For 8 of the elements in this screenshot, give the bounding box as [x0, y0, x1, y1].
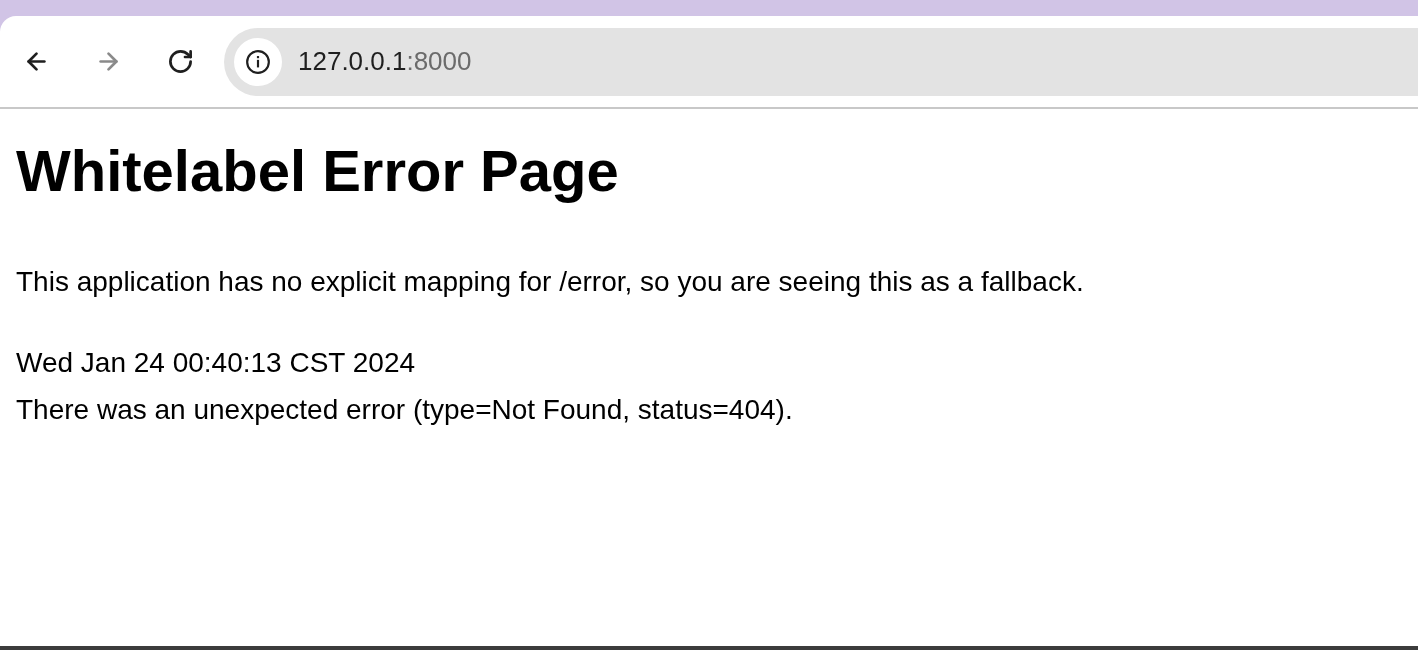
page-title: Whitelabel Error Page	[16, 137, 619, 205]
error-message: This application has no explicit mapping for /error, so you are seeing this as a fallback.	[16, 265, 1084, 299]
info-icon[interactable]	[234, 37, 282, 86]
url-text: 127.0.0.1:8000	[298, 45, 472, 78]
error-detail: There was an unexpected error (type=Not Found, status=404).	[16, 393, 793, 427]
error-detail: Wed Jan 24 00:40:13 CST 2024	[16, 346, 416, 380]
reload-icon	[166, 48, 194, 75]
address-bar[interactable]: 127.0.0.1:8000	[224, 27, 1418, 96]
